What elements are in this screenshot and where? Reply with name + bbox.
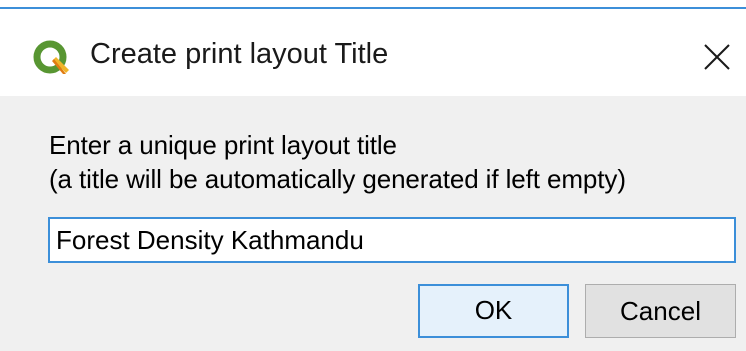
create-print-layout-dialog: Create print layout Title Enter a unique… (0, 0, 746, 351)
ok-button[interactable]: OK (418, 284, 569, 338)
close-icon[interactable] (693, 33, 741, 81)
prompt-label: Enter a unique print layout title (49, 130, 397, 160)
window-title: Create print layout Title (90, 38, 389, 70)
layout-title-input[interactable] (48, 217, 736, 263)
cancel-button[interactable]: Cancel (585, 284, 736, 338)
qgis-logo-icon (33, 40, 69, 74)
prompt-hint: (a title will be automatically generated… (49, 164, 626, 194)
window-top-edge (0, 0, 746, 9)
title-bar[interactable]: Create print layout Title (0, 9, 746, 96)
